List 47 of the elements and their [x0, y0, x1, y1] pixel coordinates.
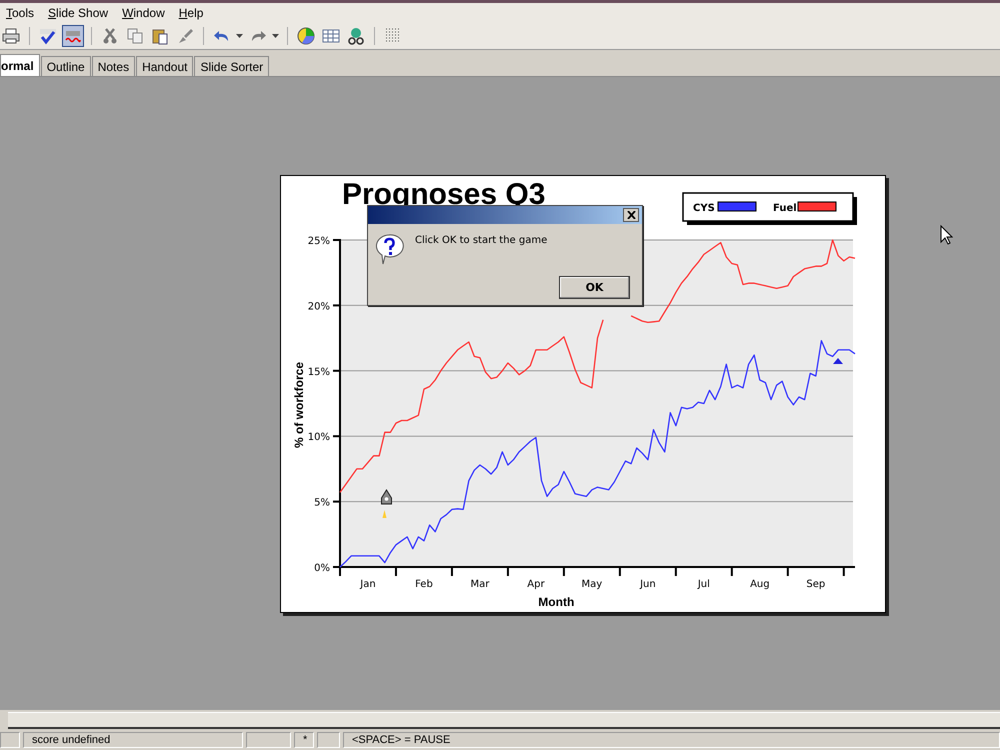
spelling-icon[interactable]: [62, 24, 84, 46]
x-tick-label: Feb: [415, 579, 433, 590]
x-axis-title: Month: [538, 595, 574, 609]
close-icon: [626, 211, 636, 219]
y-tick-label: 10%: [308, 432, 330, 444]
dropdown-arrow-icon[interactable]: [236, 32, 244, 38]
horizontal-scrollbar[interactable]: [8, 712, 1000, 729]
menu-item[interactable]: Window: [122, 6, 165, 20]
status-panel: [246, 732, 291, 748]
x-tick-label: Sep: [806, 579, 826, 590]
view-tab[interactable]: Slide Sorter: [194, 56, 270, 76]
view-tab[interactable]: ormal: [0, 54, 40, 76]
view-tab[interactable]: Handout: [136, 56, 194, 76]
y-tick-label: 5%: [314, 498, 330, 509]
status-panel: [0, 732, 20, 748]
pie-chart-icon[interactable]: [295, 24, 317, 46]
x-tick-label: Jul: [698, 579, 710, 590]
close-button[interactable]: [623, 208, 639, 222]
status-marker: *: [294, 732, 314, 748]
y-tick-label: 15%: [308, 366, 330, 378]
x-tick-label: Jun: [640, 579, 656, 590]
cursor-icon: [940, 225, 953, 245]
triangle-marker: [833, 358, 843, 364]
menu-item[interactable]: Tools: [6, 6, 34, 20]
pause-hint: <SPACE> = PAUSE: [343, 732, 1000, 748]
x-tick-label: May: [582, 579, 602, 590]
dropdown-arrow-icon[interactable]: [272, 32, 280, 38]
score-status: score undefined: [23, 732, 243, 748]
x-tick-label: Mar: [470, 579, 490, 590]
y-tick-label: 0%: [314, 563, 330, 574]
x-tick-label: Aug: [750, 579, 770, 590]
legend-label: Fuel: [773, 203, 797, 214]
view-tab[interactable]: Outline: [40, 56, 91, 76]
ok-button[interactable]: OK: [559, 276, 630, 299]
x-tick-label: Apr: [527, 579, 545, 590]
question-icon: [373, 232, 407, 266]
dialog-message: Click OK to start the game: [415, 234, 548, 248]
menu-item[interactable]: Slide Show: [48, 6, 108, 20]
y-axis-title: % of workforce: [292, 362, 306, 448]
legend-label: CYS: [693, 203, 715, 214]
rocket-icon: [381, 489, 392, 518]
x-tick-label: Jan: [360, 579, 376, 590]
y-tick-label: 20%: [308, 301, 330, 312]
view-tab[interactable]: Notes: [92, 56, 136, 76]
menu-item[interactable]: Help: [178, 6, 204, 20]
y-tick-label: 25%: [308, 236, 330, 247]
status-panel: [317, 732, 340, 748]
